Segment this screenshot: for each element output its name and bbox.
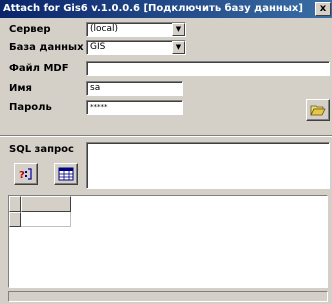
window-title: Attach for Gis6 v.1.0.0.6 [Подключить ба…	[3, 3, 303, 14]
grid-header-cell[interactable]	[21, 196, 71, 212]
svg-text:?: ?	[19, 170, 25, 181]
database-combo[interactable]: GIS ▼	[86, 40, 186, 55]
results-grid[interactable]	[8, 195, 328, 288]
sql-query-input[interactable]	[86, 142, 330, 189]
name-label: Имя	[9, 83, 32, 94]
grid-data-cell[interactable]	[21, 212, 71, 227]
query-icon: ?	[19, 168, 32, 181]
table-button[interactable]	[54, 163, 78, 185]
close-button[interactable]: x	[315, 2, 331, 16]
browse-button[interactable]	[306, 99, 330, 121]
grid-corner-cell	[9, 196, 21, 212]
grid-row-header[interactable]	[9, 212, 21, 227]
title-bar[interactable]: Attach for Gis6 v.1.0.0.6 [Подключить ба…	[0, 0, 332, 18]
app-window: Attach for Gis6 v.1.0.0.6 [Подключить ба…	[0, 0, 332, 304]
dropdown-arrow-icon[interactable]: ▼	[172, 23, 185, 36]
table-grid-icon	[58, 167, 74, 181]
run-query-button[interactable]: ?	[14, 163, 38, 185]
mdf-input[interactable]	[86, 61, 330, 76]
dropdown-arrow-icon[interactable]: ▼	[172, 41, 185, 54]
sql-label: SQL запрос	[9, 144, 74, 155]
password-input[interactable]: *****	[86, 100, 183, 115]
status-bar	[8, 291, 328, 302]
server-value: (local)	[90, 24, 118, 34]
separator	[0, 135, 332, 137]
mdf-label: Файл MDF	[9, 63, 69, 74]
name-input[interactable]: sa	[86, 81, 183, 96]
password-label: Пароль	[9, 102, 52, 113]
database-value: GIS	[90, 42, 106, 52]
folder-open-icon	[310, 105, 326, 116]
database-label: База данных	[9, 42, 84, 53]
server-combo[interactable]: (local) ▼	[86, 22, 186, 37]
server-label: Сервер	[9, 24, 51, 35]
